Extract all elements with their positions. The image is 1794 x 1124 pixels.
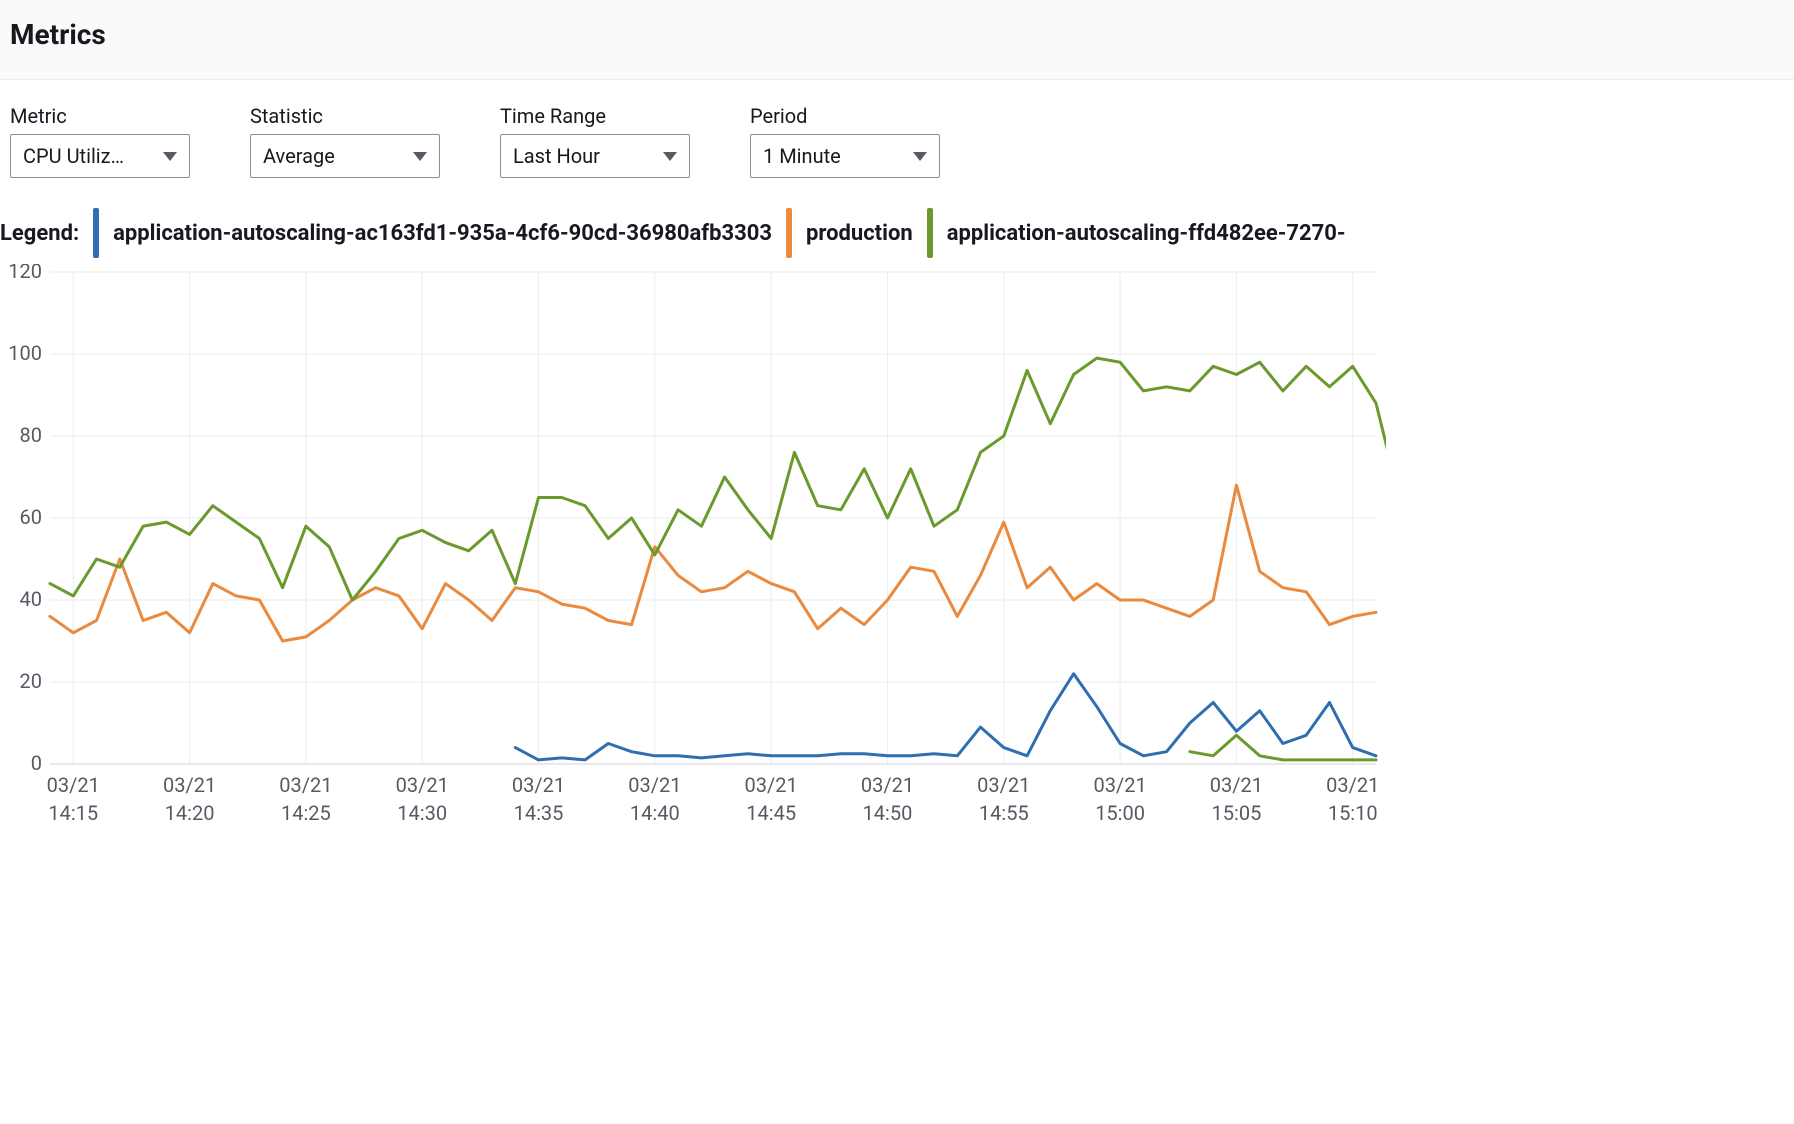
metric-control: Metric CPU Utiliz… — [10, 104, 190, 178]
metric-label: Metric — [10, 104, 190, 128]
svg-text:14:45: 14:45 — [746, 801, 796, 825]
svg-text:100: 100 — [8, 341, 42, 365]
legend: Legend: application-autoscaling-ac163fd1… — [0, 188, 1794, 264]
statistic-control: Statistic Average — [250, 104, 440, 178]
caret-down-icon — [913, 152, 927, 161]
legend-item-label[interactable]: application-autoscaling-ffd482ee-7270- — [947, 221, 1346, 246]
svg-text:03/21: 03/21 — [1093, 773, 1146, 797]
legend-swatch — [786, 208, 792, 258]
svg-text:14:50: 14:50 — [863, 801, 913, 825]
svg-text:03/21: 03/21 — [1326, 773, 1379, 797]
svg-text:80: 80 — [20, 423, 42, 447]
statistic-label: Statistic — [250, 104, 440, 128]
svg-text:14:40: 14:40 — [630, 801, 680, 825]
svg-text:03/21: 03/21 — [861, 773, 914, 797]
legend-swatch — [93, 208, 99, 258]
svg-text:14:30: 14:30 — [397, 801, 447, 825]
legend-item-label[interactable]: production — [806, 221, 913, 246]
svg-text:03/21: 03/21 — [512, 773, 565, 797]
svg-text:120: 120 — [8, 264, 42, 283]
svg-text:03/21: 03/21 — [163, 773, 216, 797]
svg-text:15:10: 15:10 — [1328, 801, 1378, 825]
metric-select-value: CPU Utiliz… — [23, 144, 124, 168]
svg-text:15:05: 15:05 — [1212, 801, 1262, 825]
svg-text:03/21: 03/21 — [745, 773, 798, 797]
page-header: Metrics — [0, 0, 1794, 80]
legend-item-label[interactable]: application-autoscaling-ac163fd1-935a-4c… — [113, 221, 772, 246]
svg-text:15:00: 15:00 — [1095, 801, 1145, 825]
timerange-select[interactable]: Last Hour — [500, 134, 690, 178]
svg-text:03/21: 03/21 — [977, 773, 1030, 797]
svg-text:03/21: 03/21 — [279, 773, 332, 797]
svg-text:40: 40 — [20, 587, 42, 611]
line-chart: 0 20 40 60 80 100 120 03/21 14:15 03/21 14:20 03/21… — [6, 264, 1386, 834]
svg-text:14:25: 14:25 — [281, 801, 331, 825]
period-control: Period 1 Minute — [750, 104, 940, 178]
metric-select[interactable]: CPU Utiliz… — [10, 134, 190, 178]
svg-text:0: 0 — [31, 751, 42, 775]
period-label: Period — [750, 104, 940, 128]
legend-label: Legend: — [0, 221, 79, 246]
svg-text:60: 60 — [20, 505, 42, 529]
caret-down-icon — [663, 152, 677, 161]
page-title: Metrics — [10, 18, 1784, 51]
svg-text:14:55: 14:55 — [979, 801, 1029, 825]
svg-text:14:35: 14:35 — [514, 801, 564, 825]
legend-swatch — [927, 208, 933, 258]
svg-text:03/21: 03/21 — [1210, 773, 1263, 797]
svg-text:14:20: 14:20 — [165, 801, 215, 825]
svg-text:03/21: 03/21 — [47, 773, 100, 797]
statistic-select-value: Average — [263, 144, 335, 168]
chart-container: 0 20 40 60 80 100 120 03/21 14:15 03/21 14:20 03/21… — [0, 264, 1794, 834]
controls-row: Metric CPU Utiliz… Statistic Average Tim… — [0, 80, 1794, 188]
caret-down-icon — [163, 152, 177, 161]
timerange-select-value: Last Hour — [513, 144, 600, 168]
statistic-select[interactable]: Average — [250, 134, 440, 178]
svg-text:14:15: 14:15 — [48, 801, 98, 825]
timerange-control: Time Range Last Hour — [500, 104, 690, 178]
svg-text:03/21: 03/21 — [628, 773, 681, 797]
period-select[interactable]: 1 Minute — [750, 134, 940, 178]
period-select-value: 1 Minute — [763, 144, 841, 168]
timerange-label: Time Range — [500, 104, 690, 128]
caret-down-icon — [413, 152, 427, 161]
svg-text:20: 20 — [20, 669, 42, 693]
svg-text:03/21: 03/21 — [396, 773, 449, 797]
